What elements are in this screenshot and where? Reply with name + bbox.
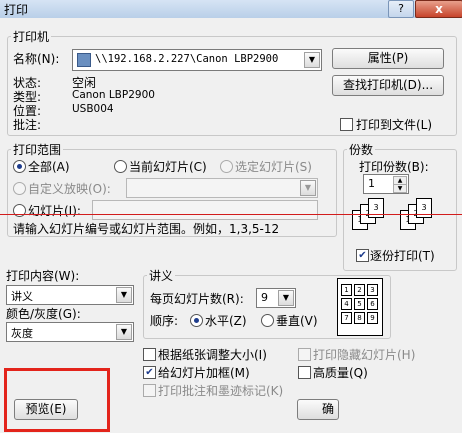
layout-slide: 8 — [354, 312, 365, 324]
order-vertical-label: 垂直(V) — [276, 314, 318, 328]
range-all-radio[interactable] — [13, 160, 26, 173]
print-comments-checkbox[interactable] — [143, 384, 156, 397]
collate-checkbox[interactable]: ✔ — [356, 249, 369, 262]
frame-slides-label: 给幻灯片加框(M) — [158, 366, 250, 380]
printer-name-dropdown[interactable]: \\192.168.2.227\Canon LBP2900 ▼ — [72, 49, 322, 71]
print-hidden-label: 打印隐藏幻灯片(H) — [313, 348, 416, 362]
chevron-down-icon[interactable]: ▼ — [304, 52, 320, 68]
handout-layout-preview: 1 2 3 4 5 6 7 8 9 — [337, 278, 383, 336]
print-what-label: 打印内容(W): — [6, 269, 80, 283]
layout-slide: 2 — [354, 284, 365, 296]
scale-to-fit-label: 根据纸张调整大小(I) — [158, 348, 267, 362]
printer-group-label: 打印机 — [11, 28, 52, 45]
layout-slide: 5 — [354, 298, 365, 310]
ok-button[interactable]: 确 — [297, 399, 339, 420]
print-to-file-checkbox[interactable] — [340, 118, 353, 131]
per-page-value: 9 — [261, 291, 268, 304]
copies-count-label: 打印份数(B): — [359, 160, 429, 174]
print-range-label: 打印范围 — [11, 141, 64, 158]
range-slides-radio[interactable] — [13, 204, 26, 217]
chevron-down-icon[interactable]: ▼ — [116, 287, 132, 303]
location-value: USB004 — [72, 103, 114, 115]
copies-count-value: 1 — [368, 177, 375, 190]
color-dropdown[interactable]: 灰度 ▼ — [6, 322, 134, 342]
range-custom-show-radio[interactable] — [13, 182, 26, 195]
layout-slide: 3 — [367, 284, 378, 296]
high-quality-label: 高质量(Q) — [313, 366, 368, 380]
layout-slide: 9 — [367, 312, 378, 324]
range-current-label: 当前幻灯片(C) — [129, 160, 207, 174]
print-hidden-checkbox[interactable] — [298, 348, 311, 361]
copies-group-label: 份数 — [347, 141, 376, 158]
help-button[interactable]: ? — [388, 0, 414, 18]
layout-slide: 6 — [367, 298, 378, 310]
print-what-dropdown[interactable]: 讲义 ▼ — [6, 285, 134, 305]
layout-slide: 7 — [341, 312, 352, 324]
chevron-down-icon[interactable]: ▼ — [278, 290, 294, 306]
annotation-line — [0, 214, 462, 215]
properties-button[interactable]: 属性(P) — [332, 48, 444, 69]
per-page-label: 每页幻灯片数(R): — [150, 292, 244, 306]
layout-slide: 1 — [341, 284, 352, 296]
slides-range-input[interactable] — [92, 200, 318, 220]
range-hint: 请输入幻灯片编号或幻灯片范围。例如，1,3,5-12 — [13, 222, 280, 236]
order-vertical-radio[interactable] — [261, 314, 274, 327]
range-current-radio[interactable] — [114, 160, 127, 173]
range-selection-radio[interactable] — [220, 160, 233, 173]
frame-slides-checkbox[interactable]: ✔ — [143, 366, 156, 379]
printer-name-label: 名称(N): — [13, 52, 60, 66]
high-quality-checkbox[interactable] — [298, 366, 311, 379]
range-all-label: 全部(A) — [28, 160, 70, 174]
range-custom-show-label: 自定义放映(O): — [28, 182, 111, 196]
collate-label: 逐份打印(T) — [370, 249, 435, 263]
copies-count-spinner[interactable]: 1 ▲ ▼ — [363, 174, 409, 194]
annotation-highlight-box — [4, 368, 110, 432]
order-horizontal-radio[interactable] — [190, 314, 203, 327]
chevron-down-icon[interactable]: ▼ — [116, 324, 132, 340]
collate-page: 3 — [416, 198, 432, 218]
collate-illustration: 1 2 3 1 2 3 — [352, 196, 446, 238]
color-value: 灰度 — [11, 327, 33, 340]
scale-to-fit-checkbox[interactable] — [143, 348, 156, 361]
find-printer-button[interactable]: 查找打印机(D)... — [332, 75, 444, 96]
printer-name-value: \\192.168.2.227\Canon LBP2900 — [95, 53, 279, 65]
comment-label: 批注: — [13, 118, 42, 132]
window-title: 打印 — [4, 3, 29, 17]
handouts-group-label: 讲义 — [147, 267, 176, 284]
print-what-value: 讲义 — [11, 290, 33, 303]
range-slides-label: 幻灯片(I): — [28, 204, 81, 218]
close-button[interactable]: x — [415, 0, 462, 18]
per-page-dropdown[interactable]: 9 ▼ — [256, 288, 296, 308]
printer-icon — [77, 53, 91, 67]
spin-down-icon[interactable]: ▼ — [393, 184, 407, 193]
layout-slide: 4 — [341, 298, 352, 310]
print-comments-label: 打印批注和墨迹标记(K) — [158, 384, 284, 398]
custom-show-dropdown[interactable]: ▼ — [126, 178, 318, 198]
order-label: 顺序: — [150, 314, 179, 328]
color-label: 颜色/灰度(G): — [6, 307, 81, 321]
collate-page: 3 — [368, 198, 384, 218]
type-value: Canon LBP2900 — [72, 89, 155, 101]
print-to-file-label: 打印到文件(L) — [356, 118, 433, 132]
order-horizontal-label: 水平(Z) — [205, 314, 247, 328]
chevron-down-icon[interactable]: ▼ — [300, 180, 316, 196]
range-selection-label: 选定幻灯片(S) — [235, 160, 312, 174]
